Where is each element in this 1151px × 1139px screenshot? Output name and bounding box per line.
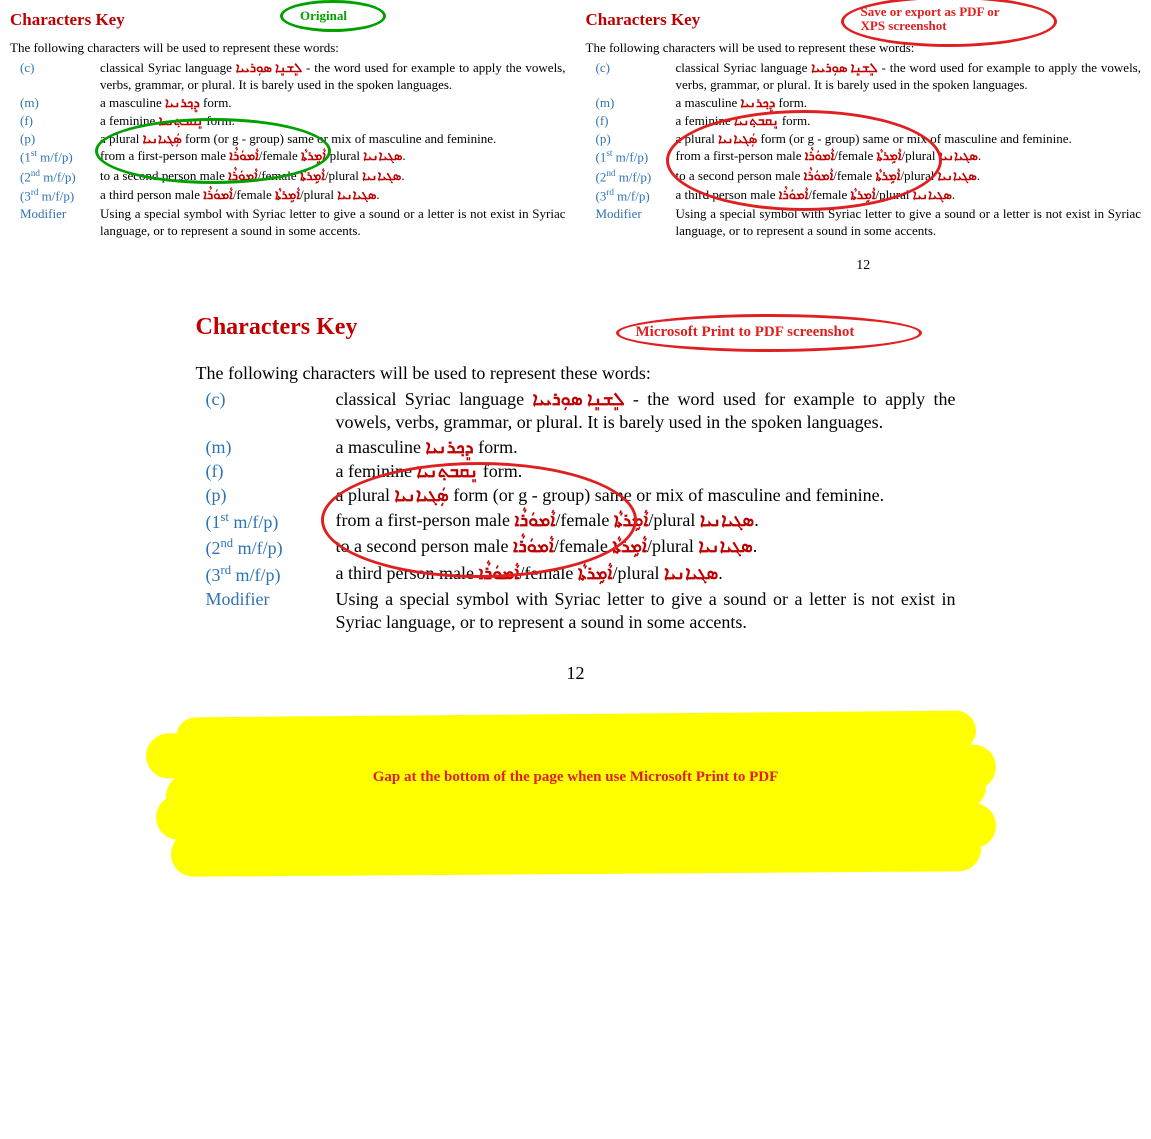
label-saveexport: Save or export as PDF or XPS screenshot — [861, 5, 1000, 34]
yellow-highlight-block: Gap at the bottom of the page when use M… — [166, 714, 986, 884]
row-p1: (1st m/f/p) from a first-person male ܐܵܡ… — [10, 148, 566, 166]
desc-f: a feminine ܢܸܩܒܬ݂ܢܝܐ form. — [100, 113, 566, 130]
row-p1-2: (1st m/f/p) from a first-person male ܐܵܡ… — [586, 148, 1142, 166]
page-number-3: 12 — [196, 663, 956, 684]
row-p2-3: (2nd m/f/p) to a second person male ܐܵܡܘ… — [196, 535, 956, 560]
row-p: (p) a plural ܣܲܓܝܐܢܝܐ form (or g - group… — [10, 131, 566, 148]
desc-p1: from a first-person male ܐܵܡܘܿܪܵܐ/female… — [100, 148, 566, 166]
key-f: (f) — [10, 113, 100, 130]
intro-saveexport: The following characters will be used to… — [586, 40, 1142, 56]
key-m: (m) — [10, 95, 100, 112]
row-f: (f) a feminine ܢܸܩܒܬ݂ܢܝܐ form. — [10, 113, 566, 130]
row-m: (m) a masculine ܕܸܟ݂ܪܢܝܐ form. — [10, 95, 566, 112]
row-p3-2: (3rd m/f/p) a third person male ܐܵܡܘܿܪܵܐ… — [586, 187, 1142, 205]
intro-msprint: The following characters will be used to… — [196, 363, 956, 384]
key-p3: (3rd m/f/p) — [10, 187, 100, 205]
row-mod: Modifier Using a special symbol with Syr… — [10, 206, 566, 240]
row-f-2: (f) a feminine ܢܸܩܒܬ݂ܢܝܐ form. — [586, 113, 1142, 130]
row-p3-3: (3rd m/f/p) a third person male ܐܵܡܘܿܪܵܐ… — [196, 562, 956, 587]
key-p: (p) — [10, 131, 100, 148]
row-c-3: (c) classical Syriac language ܠܸܫܢܸܐ ܣܘܼ… — [196, 388, 956, 435]
label-gap-caption: Gap at the bottom of the page when use M… — [166, 769, 986, 786]
row-c: (c) classical Syriac language ܠܸܫܢܸܐ ܣܘܼ… — [10, 60, 566, 94]
row-f-3: (f) a feminine ܢܸܩܒܬ݂ܢܝܐ form. — [196, 460, 956, 483]
desc-mod: Using a special symbol with Syriac lette… — [100, 206, 566, 240]
key-mod: Modifier — [10, 206, 100, 240]
row-p-2: (p) a plural ܣܲܓܝܐܢܝܐ form (or g - group… — [586, 131, 1142, 148]
desc-p: a plural ܣܲܓܝܐܢܝܐ form (or g - group) sa… — [100, 131, 566, 148]
panel-original: Original Characters Key The following ch… — [10, 10, 566, 274]
key-p1: (1st m/f/p) — [10, 148, 100, 166]
row-p-3: (p) a plural ܣܲܓܝܐܢܝܐ form (or g - group… — [196, 484, 956, 507]
desc-p2: to a second person male ܐܵܡܘܿܪܵܐ/female … — [100, 168, 566, 186]
page-number-2: 12 — [586, 258, 1142, 274]
intro-original: The following characters will be used to… — [10, 40, 566, 56]
desc-c: classical Syriac language ܠܸܫܢܸܐ ܣܘܼܪܝܝܐ… — [100, 60, 566, 94]
row-mod-3: Modifier Using a special symbol with Syr… — [196, 588, 956, 635]
row-p2-2: (2nd m/f/p) to a second person male ܐܵܡܘ… — [586, 168, 1142, 186]
label-original: Original — [300, 8, 347, 24]
row-c-2: (c) classical Syriac language ܠܸܫܢܸܐ ܣܘܼ… — [586, 60, 1142, 94]
heading-original: Characters Key — [10, 10, 566, 30]
panel-msprint: Microsoft Print to PDF screenshot Charac… — [196, 314, 956, 684]
row-m-3: (m) a masculine ܕܸܟ݂ܪܢܝܐ form. — [196, 436, 956, 459]
row-m-2: (m) a masculine ܕܸܟ݂ܪܢܝܐ form. — [586, 95, 1142, 112]
row-p1-3: (1st m/f/p) from a first-person male ܐܵܡ… — [196, 509, 956, 534]
row-p2: (2nd m/f/p) to a second person male ܐܵܡܘ… — [10, 168, 566, 186]
row-p3: (3rd m/f/p) a third person male ܐܵܡܘܿܪܵܐ… — [10, 187, 566, 205]
panel-saveexport: Save or export as PDF or XPS screenshot … — [586, 10, 1142, 274]
desc-m: a masculine ܕܸܟ݂ܪܢܝܐ form. — [100, 95, 566, 112]
label-msprint: Microsoft Print to PDF screenshot — [636, 324, 855, 341]
key-p2: (2nd m/f/p) — [10, 168, 100, 186]
row-mod-2: Modifier Using a special symbol with Syr… — [586, 206, 1142, 240]
desc-p3: a third person male ܐܵܡܘܿܪܵܐ/female ܐܵܡܹ… — [100, 187, 566, 205]
key-c: (c) — [10, 60, 100, 94]
